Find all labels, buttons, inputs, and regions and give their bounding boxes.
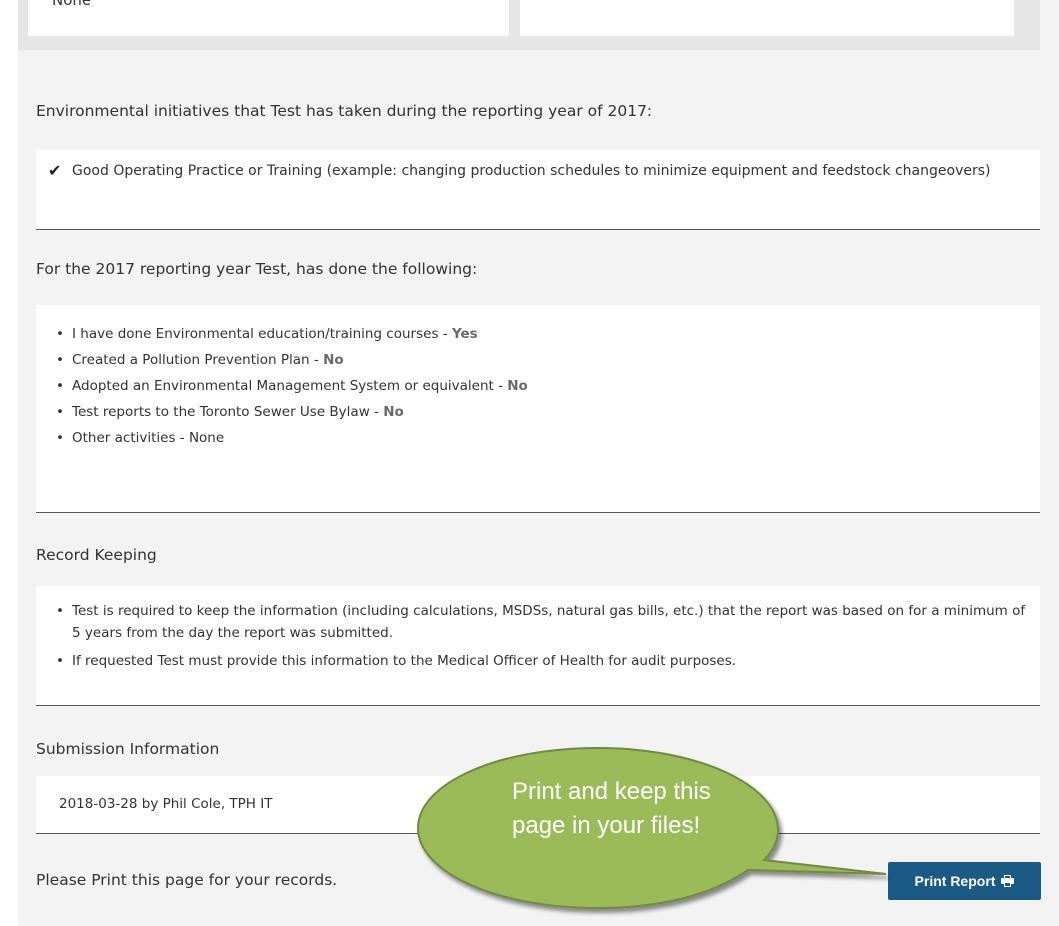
callout-text: Print and keep this page in your files!	[512, 778, 711, 839]
